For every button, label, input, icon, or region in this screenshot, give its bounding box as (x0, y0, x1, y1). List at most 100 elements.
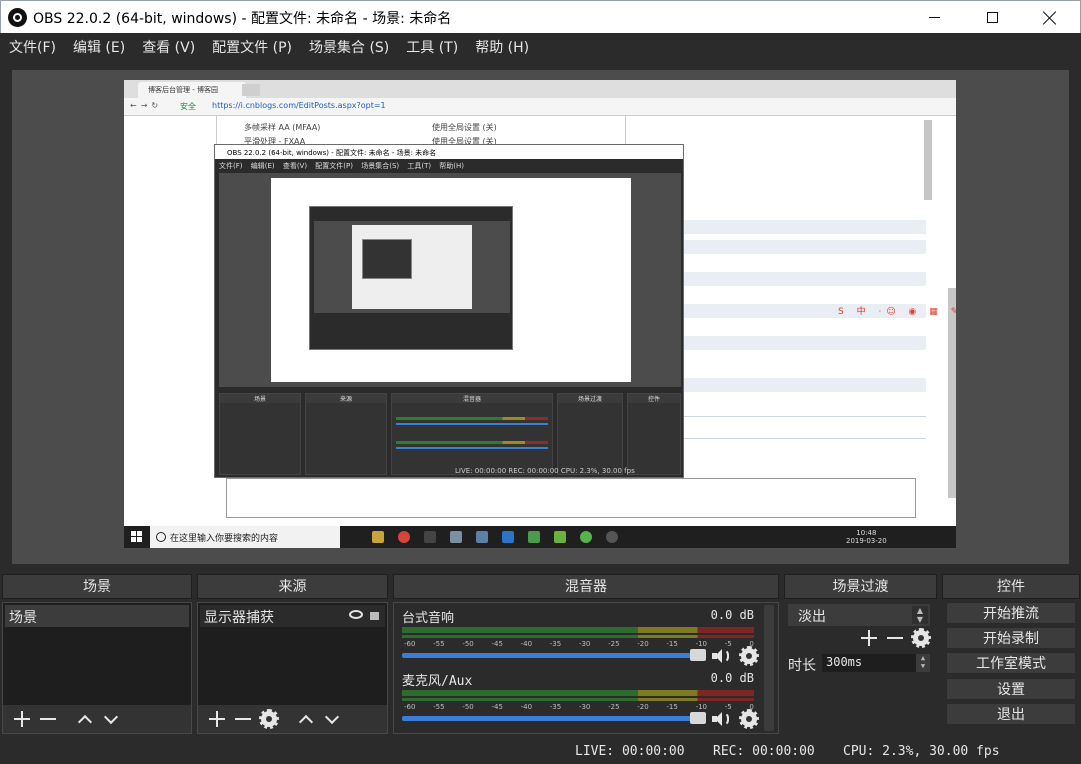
meter-tick: -35 (549, 703, 562, 711)
source-down-icon[interactable] (323, 711, 339, 727)
meter-tick: -60 (404, 703, 416, 711)
meter-tick: -25 (608, 640, 620, 648)
menu-help[interactable]: 帮助 (H) (466, 37, 537, 57)
visibility-eye-icon[interactable] (349, 610, 363, 619)
obs-taskbar-icon (606, 531, 618, 543)
volume-slider[interactable] (402, 653, 702, 658)
nested-dock-mixer: 混音器 (391, 393, 553, 475)
sources-list[interactable]: 显示器捕获 (197, 602, 388, 734)
meter-tick: -20 (637, 703, 649, 711)
transition-settings-gear-icon[interactable] (911, 628, 931, 648)
nested-dock-header: 场景过渡 (558, 394, 622, 403)
meter-ticks: -60 -55 -50 -45 -40 -35 -30 -25 -20 -15 -10 -5 0 (400, 640, 756, 648)
duration-input[interactable]: 300ms ▲ ▼ (822, 654, 930, 672)
rec-status: REC: 00:00:00 (713, 744, 815, 759)
volume-slider-handle[interactable] (690, 649, 706, 661)
taskbar-search: 在这里输入你要搜索的内容 (150, 526, 340, 548)
terminal-icon (424, 531, 436, 543)
scene-down-icon[interactable] (102, 711, 118, 727)
meter-tick: -35 (549, 640, 562, 648)
source-item[interactable]: 显示器捕获 (200, 605, 385, 627)
meter-tick: -40 (520, 703, 533, 711)
volume-slider[interactable] (402, 716, 702, 721)
scene-item[interactable]: 场景 (5, 605, 189, 627)
edge-icon (502, 531, 514, 543)
volume-slider-handle[interactable] (690, 712, 706, 724)
maximize-button[interactable] (963, 1, 1021, 34)
taskbar-date: 2019-03-20 (846, 537, 887, 545)
app-icon (528, 531, 540, 543)
scenes-dock: 场景 场景 (2, 574, 192, 736)
nested-volume (396, 423, 548, 425)
close-icon (1043, 11, 1057, 25)
duration-spinner-icon[interactable]: ▲ ▼ (916, 654, 930, 672)
channel-settings-gear-icon[interactable] (739, 646, 759, 666)
meter-tick: -60 (404, 640, 416, 648)
sources-dock: 来源 显示器捕获 (197, 574, 388, 736)
sources-toolbar (198, 705, 387, 733)
start-recording-button[interactable]: 开始录制 (946, 627, 1076, 649)
source-properties-gear-icon[interactable] (259, 709, 279, 729)
nested-dock-header: 混音器 (392, 394, 552, 403)
exit-button[interactable]: 退出 (946, 703, 1076, 725)
transitions-dock: 场景过渡 淡出 ▲ ▼ 时长 300ms ▲ ▼ (784, 574, 937, 736)
duration-label: 时长 (788, 658, 816, 674)
volume-meter (402, 627, 754, 633)
volume-meter (402, 690, 754, 696)
settings-button[interactable]: 设置 (946, 678, 1076, 700)
menu-profile[interactable]: 配置文件 (P) (203, 37, 300, 57)
meter-tick: -25 (608, 703, 620, 711)
mixer-panel: 台式音响 0.0 dB -60 -55 -50 -45 -40 -35 -30 -25 -20 -… (393, 602, 779, 734)
add-transition-icon[interactable] (861, 630, 877, 646)
meter-tick: -45 (491, 703, 503, 711)
menu-edit[interactable]: 编辑 (E) (64, 37, 133, 57)
taskbar-clock: 10:48 2019-03-20 (846, 529, 887, 545)
meter-tick: -5 (724, 640, 732, 648)
preview-canvas[interactable]: 博客后台管理 - 博客园 ←→↻ 安全 https://i.cnblogs.co… (124, 80, 956, 548)
minimize-button[interactable] (905, 1, 963, 34)
mixer-scrollbar[interactable] (764, 605, 774, 731)
meter-tick: -40 (520, 640, 533, 648)
scenes-list[interactable]: 场景 (2, 602, 192, 734)
nested-preview (219, 173, 681, 387)
start-streaming-button[interactable]: 开始推流 (946, 602, 1076, 624)
windows-start-icon (131, 531, 142, 542)
nested-screen-2 (352, 225, 472, 309)
studio-mode-button[interactable]: 工作室模式 (946, 652, 1076, 674)
controls-panel: 开始推流 开始录制 工作室模式 设置 退出 (942, 602, 1080, 734)
window-title: OBS 22.0.2 (64-bit, windows) - 配置文件: 未命名… (33, 11, 452, 27)
remove-transition-icon[interactable] (887, 630, 903, 646)
live-status: LIVE: 00:00:00 (575, 744, 685, 759)
transitions-panel: 淡出 ▲ ▼ 时长 300ms ▲ ▼ (784, 602, 937, 734)
editor-box (226, 478, 916, 518)
channel-settings-gear-icon[interactable] (739, 709, 759, 729)
source-up-icon[interactable] (297, 711, 313, 727)
add-scene-icon[interactable] (14, 711, 30, 727)
chevron-updown-icon: ▲ ▼ (912, 606, 928, 624)
lock-icon[interactable] (370, 612, 379, 620)
meter-tick: -50 (462, 703, 474, 711)
menu-scene-collection[interactable]: 场景集合 (S) (300, 37, 397, 57)
close-button[interactable] (1021, 1, 1079, 34)
nested-status: LIVE: 00:00:00 REC: 00:00:00 CPU: 2.3%, … (455, 467, 635, 475)
nested-volume (396, 447, 548, 449)
menu-view[interactable]: 查看 (V) (133, 37, 203, 57)
preview-area[interactable]: 博客后台管理 - 博客园 ←→↻ 安全 https://i.cnblogs.co… (12, 70, 1069, 564)
channel-name: 麦克风/Aux (402, 674, 473, 689)
chrome-icon (398, 531, 410, 543)
channel-db: 0.0 dB (710, 608, 754, 622)
meter-tick: -5 (724, 703, 732, 711)
nested-menu: 文件(F) 编辑(E) 查看(V) 配置文件(P) 场景集合(S) 工具(T) … (219, 162, 465, 170)
app-icon (476, 531, 488, 543)
transition-select[interactable]: 淡出 ▲ ▼ (788, 604, 930, 626)
nested-dock-header: 控件 (628, 394, 680, 403)
nested-dock-transitions: 场景过渡 (557, 393, 623, 475)
menu-tools[interactable]: 工具 (T) (397, 37, 466, 57)
menu-file[interactable]: 文件(F) (0, 37, 64, 57)
status-bar: LIVE: 00:00:00 REC: 00:00:00 CPU: 2.3%, … (0, 740, 1081, 764)
scene-up-icon[interactable] (76, 711, 92, 727)
remove-source-icon[interactable] (235, 711, 251, 727)
browser-tab: 博客后台管理 - 博客园 (138, 82, 246, 98)
add-source-icon[interactable] (209, 711, 225, 727)
remove-scene-icon[interactable] (40, 711, 56, 727)
